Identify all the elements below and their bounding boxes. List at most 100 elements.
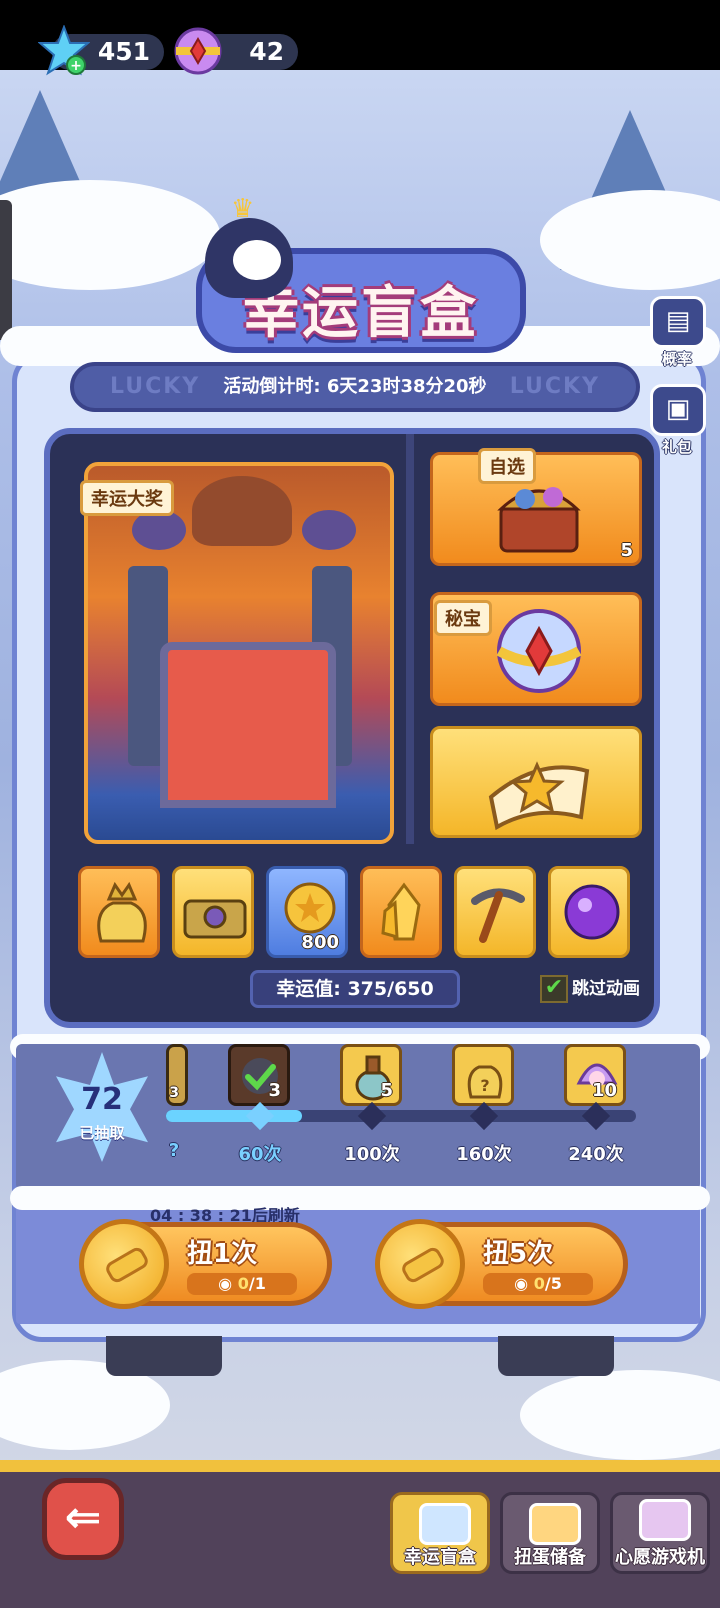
- coin-small-icon: ◉: [218, 1274, 233, 1293]
- luck-value: 幸运值: 375/650: [250, 970, 460, 1008]
- probability-button[interactable]: ▤ 概率: [650, 296, 706, 369]
- milestone-marker-240: [581, 1101, 611, 1131]
- star-scroll-icon: [488, 761, 590, 831]
- optional-prize-tag: 自选: [478, 448, 536, 484]
- wish-machine-icon: [639, 1499, 691, 1541]
- crown-icon: ♛: [231, 194, 255, 224]
- milestone-reward-60[interactable]: 3: [228, 1044, 290, 1106]
- spin-five-button[interactable]: 扭5次 ◉ 0/5: [375, 1219, 628, 1309]
- blue-crystal-plus-icon: +: [38, 25, 90, 76]
- prize-slot-4[interactable]: [360, 866, 442, 958]
- svg-text:+: +: [70, 58, 82, 74]
- penguin-mascot: ♛: [205, 194, 293, 298]
- gem-counter[interactable]: 42: [174, 27, 298, 75]
- crystal-counter[interactable]: + 451: [38, 25, 164, 76]
- dragon-right: [302, 510, 356, 550]
- optional-prize-count: 5: [620, 540, 633, 561]
- skip-animation-toggle[interactable]: ✔ 跳过动画: [540, 974, 640, 1003]
- grand-prize-slot[interactable]: [84, 462, 394, 844]
- milestone-60-count: 3: [268, 1080, 281, 1101]
- coin-icon: [284, 882, 336, 934]
- guardian-statue: [192, 476, 292, 546]
- scroll-prize-slot[interactable]: [430, 726, 642, 838]
- snow-ground-right: [520, 1370, 720, 1460]
- spin-once-cost-total: /1: [248, 1274, 266, 1293]
- nav-wish-game-machine-label: 心愿游戏机: [615, 1547, 705, 1568]
- checkmark-icon[interactable]: ✔: [540, 975, 568, 1003]
- gold-chest-icon: [183, 899, 247, 939]
- cabinet-divider: [406, 434, 414, 844]
- prize-slot-3[interactable]: 800: [266, 866, 348, 958]
- gift-chest-icon: ▣: [650, 384, 706, 436]
- grand-prize-tag: 幸运大奖: [80, 480, 174, 516]
- gacha-reserve-icon: [529, 1503, 581, 1545]
- coin-small-icon: ◉: [514, 1274, 529, 1293]
- back-arrow-icon: ⇐: [64, 1492, 102, 1543]
- snow-pile-left: [0, 180, 220, 290]
- crystal-count: 451: [97, 37, 150, 66]
- optional-prize-slot[interactable]: 5: [430, 452, 642, 566]
- spin-five-cost-used: 0: [533, 1274, 545, 1293]
- machine-foot-left: [106, 1336, 222, 1376]
- milestone-240-count: 10: [591, 1080, 617, 1101]
- probability-label: 概率: [661, 350, 692, 368]
- spin-five-cost-total: /5: [544, 1274, 562, 1293]
- nav-wish-game-machine[interactable]: 心愿游戏机: [610, 1492, 710, 1574]
- mystery-bag-icon: ?: [467, 1065, 503, 1099]
- pickaxe-icon: [471, 888, 525, 943]
- milestone-label-60: 60次: [238, 1144, 282, 1165]
- document-icon: ▤: [650, 296, 706, 348]
- prize-slot-5[interactable]: [454, 866, 536, 958]
- milestone-100-count: 5: [380, 1080, 393, 1101]
- nav-lucky-box-label: 幸运盲盒: [404, 1547, 476, 1568]
- prize-slot-1[interactable]: [78, 866, 160, 958]
- countdown-bar: LUCKY 活动倒计时: 6天23时38分20秒 LUCKY: [70, 362, 640, 412]
- prize-slot-3-count: 800: [301, 932, 339, 953]
- skip-animation-label: 跳过动画: [572, 979, 640, 999]
- gacha-coin-icon: [79, 1219, 169, 1309]
- back-button[interactable]: ⇐: [42, 1478, 124, 1560]
- draw-count-label: 已抽取: [79, 1124, 125, 1142]
- nav-gacha-reserve[interactable]: 扭蛋储备: [500, 1492, 600, 1574]
- gacha-coin-icon: [375, 1219, 465, 1309]
- penguin-face: [233, 240, 281, 280]
- milestone-label-100: 100次: [344, 1144, 400, 1165]
- milestone-partial-count: 3: [169, 1085, 179, 1101]
- luck-value-text: 幸运值: 375/650: [276, 978, 434, 1000]
- prize-slot-2[interactable]: [172, 866, 254, 958]
- purple-orb-icon: [564, 884, 620, 940]
- progress-track: [166, 1110, 636, 1122]
- jewel-orb-icon: [496, 609, 582, 693]
- draw-count-badge: 72 已抽取: [52, 1052, 152, 1162]
- gem-count: 42: [249, 37, 284, 66]
- countdown-text: 活动倒计时: 6天23时38分20秒: [223, 376, 487, 397]
- treasure-chest-icon: [497, 487, 581, 553]
- lucky-decor-right: LUCKY: [509, 374, 600, 399]
- milestone-reward-100[interactable]: 5: [340, 1044, 402, 1106]
- spin-five-label: 扭5次: [483, 1239, 554, 1269]
- spin-once-button[interactable]: 扭1次 ◉ 0/1: [79, 1219, 332, 1309]
- snow-spin-ledge: [10, 1186, 710, 1210]
- lucky-box-icon: [419, 1503, 471, 1545]
- milestone-label-partial: ?: [168, 1140, 180, 1161]
- milestone-reward-160[interactable]: ?: [452, 1044, 514, 1106]
- gem-orb-icon: [174, 27, 222, 75]
- draw-count: 72: [81, 1082, 123, 1117]
- spin-once-label: 扭1次: [187, 1239, 258, 1269]
- side-handle[interactable]: [0, 200, 12, 340]
- milestone-label-240: 240次: [568, 1144, 624, 1165]
- lucky-decor-left: LUCKY: [110, 374, 201, 399]
- spin-five-cost: ◉ 0/5: [483, 1273, 593, 1295]
- milestone-reward-partial[interactable]: 3: [166, 1044, 188, 1106]
- prize-cabinet: 幸运大奖 5 自选 秘宝 800 幸运值: 375/650 ✔ 跳过动画: [44, 428, 660, 1028]
- milestone-reward-240[interactable]: 10: [564, 1044, 626, 1106]
- nav-lucky-box[interactable]: 幸运盲盒: [390, 1492, 490, 1574]
- milestone-marker-100: [357, 1101, 387, 1131]
- nav-gacha-reserve-label: 扭蛋储备: [514, 1547, 586, 1568]
- prize-slot-6[interactable]: [548, 866, 630, 958]
- crown-bag-icon: [97, 881, 147, 943]
- temple-gate-image: [160, 642, 336, 808]
- milestone-marker-60: [245, 1101, 275, 1131]
- progress-fill: [166, 1110, 303, 1122]
- secret-treasure-tag: 秘宝: [434, 600, 492, 636]
